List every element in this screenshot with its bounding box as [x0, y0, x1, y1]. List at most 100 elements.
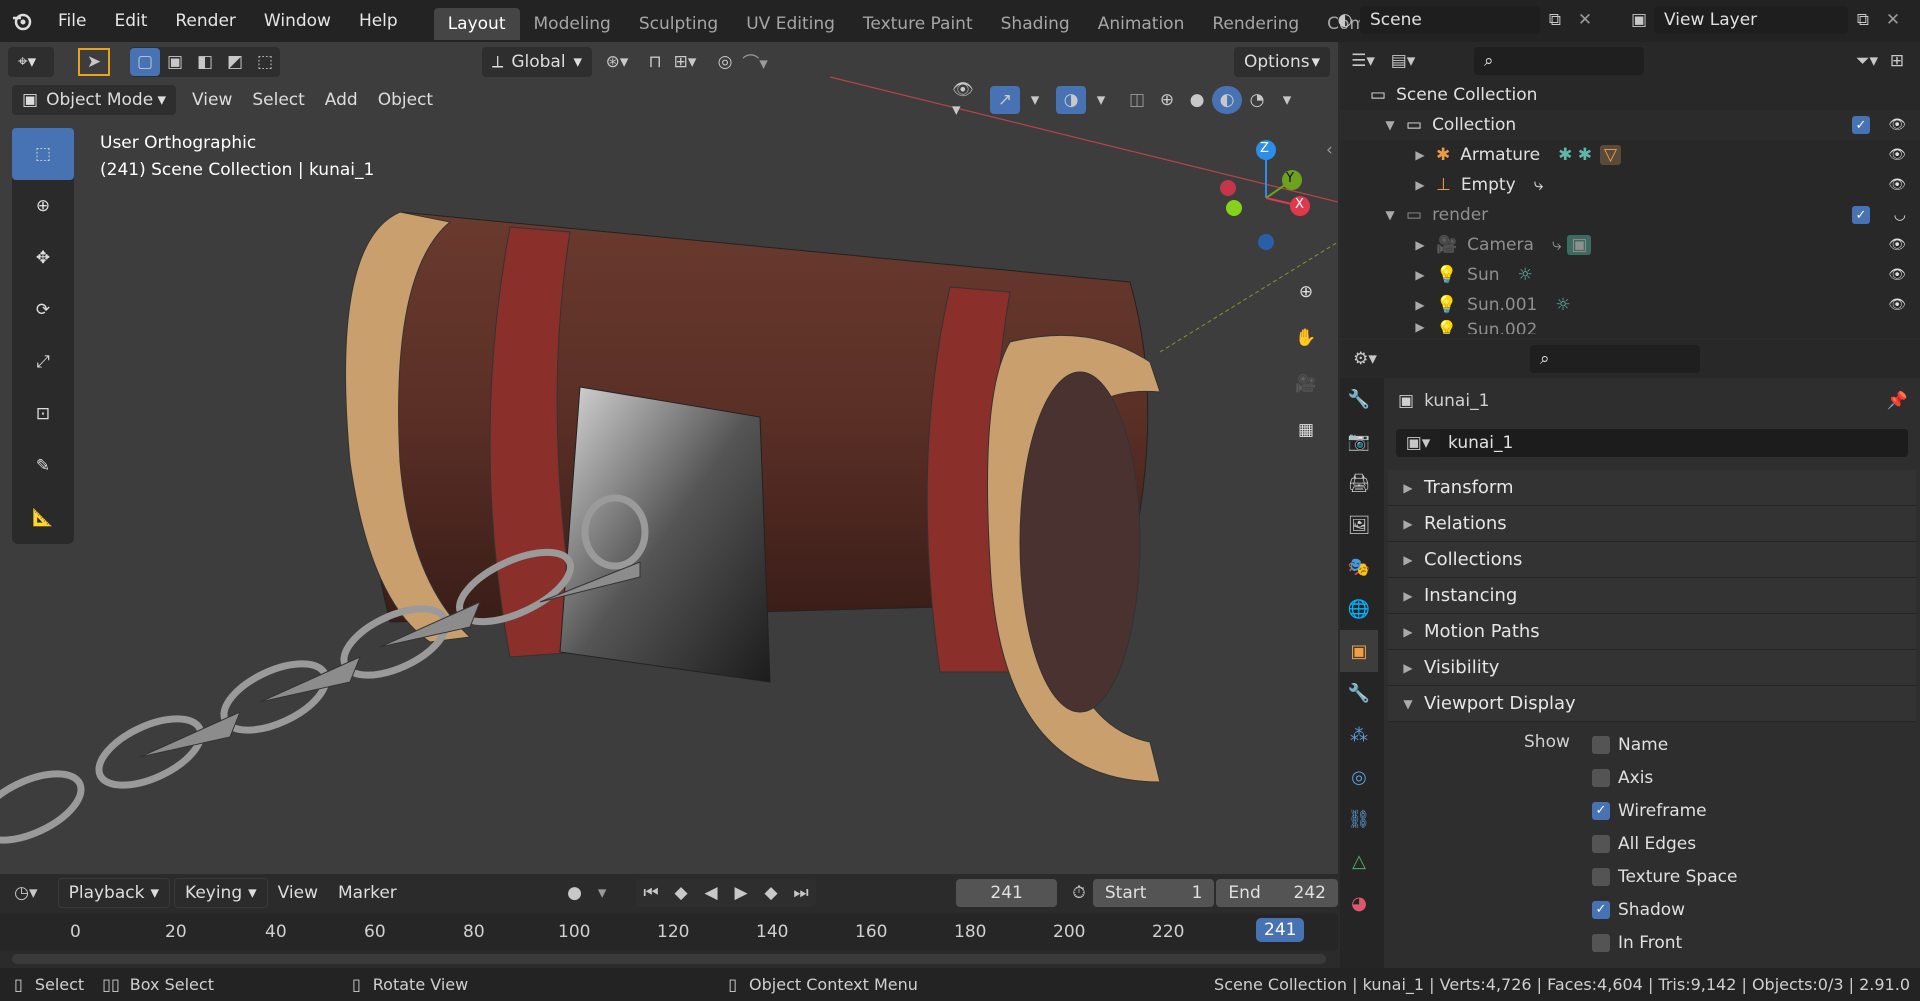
- panel-collections[interactable]: ▶ Collections: [1388, 542, 1916, 578]
- view-layer-icon[interactable]: ▣: [1624, 6, 1654, 34]
- outliner-row-scene-collection[interactable]: ▭ Scene Collection: [1340, 80, 1920, 110]
- outliner-row-collection[interactable]: ▼ ▭ Collection ✓ 👁: [1340, 110, 1920, 140]
- checkbox-box[interactable]: [1592, 768, 1610, 787]
- play-icon[interactable]: ▶: [726, 879, 756, 907]
- outliner-search-input[interactable]: ⌕: [1474, 47, 1644, 75]
- scale-tool-icon[interactable]: ⤢: [12, 336, 74, 388]
- eye-icon[interactable]: 👁: [1888, 237, 1906, 253]
- end-frame-field[interactable]: End 242: [1216, 879, 1338, 907]
- menu-render[interactable]: Render: [161, 0, 250, 42]
- current-frame-field[interactable]: 241: [956, 879, 1058, 907]
- keying-menu[interactable]: Keying ▾: [174, 878, 268, 908]
- menu-edit[interactable]: Edit: [100, 0, 161, 42]
- snap-target-icon[interactable]: ⊞▾: [670, 48, 700, 76]
- checkbox-in-front[interactable]: In Front: [1592, 926, 1737, 959]
- navigation-gizmo[interactable]: Z Y X: [1200, 132, 1320, 252]
- zoom-icon[interactable]: ⊕: [1286, 272, 1326, 312]
- checkbox-box[interactable]: [1592, 867, 1610, 886]
- select-box-tool-icon[interactable]: ⬚: [12, 128, 74, 180]
- checkbox-wireframe[interactable]: ✓ Wireframe: [1592, 794, 1737, 827]
- view-layer-tab-icon[interactable]: 🖼: [1340, 504, 1378, 546]
- expand-down-icon[interactable]: ▼: [1382, 208, 1398, 222]
- panel-motion-paths[interactable]: ▶ Motion Paths: [1388, 614, 1916, 650]
- 3d-viewport[interactable]: ⌖▾ ➤ ▢ ▣ ◧ ◩ ⬚ ⟂ Global ▾ ⊛▾ ⊓ ⊞▾ ◎ ⌒▾ O…: [0, 42, 1338, 874]
- scene-name-field[interactable]: Scene: [1360, 6, 1540, 34]
- display-mode-icon[interactable]: ▤▾: [1388, 47, 1418, 75]
- select-invert-icon[interactable]: ◩: [220, 48, 250, 76]
- menu-file[interactable]: File: [44, 0, 100, 42]
- viewport-menu-view[interactable]: View: [182, 85, 242, 115]
- blender-logo-icon[interactable]: [0, 7, 44, 35]
- delete-scene-icon[interactable]: ✕: [1570, 6, 1600, 34]
- mode-dropdown[interactable]: ▣ Object Mode ▾: [12, 85, 176, 115]
- rendered-shading-icon[interactable]: ◔: [1242, 86, 1272, 114]
- shading-dropdown-icon[interactable]: ▾: [1272, 86, 1302, 114]
- properties-search-input[interactable]: ⌕: [1530, 345, 1700, 373]
- material-tab-icon[interactable]: ◕: [1340, 882, 1378, 924]
- checkbox-box[interactable]: [1592, 735, 1610, 754]
- expand-right-icon[interactable]: ▶: [1412, 320, 1428, 334]
- particles-tab-icon[interactable]: ⁂: [1340, 714, 1378, 756]
- ortho-grid-icon[interactable]: ▦: [1286, 410, 1326, 450]
- select-intersect-icon[interactable]: ⬚: [250, 48, 280, 76]
- transform-tool-icon[interactable]: ⊡: [12, 388, 74, 440]
- outliner-row-sun-001[interactable]: ▶ 💡 Sun.001 ☼ 👁: [1340, 290, 1920, 320]
- new-view-layer-icon[interactable]: ⧉: [1848, 6, 1878, 34]
- pin-icon[interactable]: 📌: [1887, 391, 1908, 411]
- eye-icon[interactable]: 👁: [1888, 177, 1906, 193]
- physics-tab-icon[interactable]: ◎: [1340, 756, 1378, 798]
- world-tab-icon[interactable]: 🌐: [1340, 588, 1378, 630]
- tab-rendering[interactable]: Rendering: [1198, 8, 1313, 40]
- outliner-row-empty[interactable]: ▶ ⊥ Empty ⤷ 👁: [1340, 170, 1920, 200]
- panel-viewport-display[interactable]: ▼ Viewport Display: [1388, 686, 1916, 722]
- overlays-dropdown-icon[interactable]: ▾: [1086, 86, 1116, 114]
- proportional-editing-icon[interactable]: ◎: [710, 48, 740, 76]
- checkbox-shadow[interactable]: ✓ Shadow: [1592, 893, 1737, 926]
- select-subtract-icon[interactable]: ◧: [190, 48, 220, 76]
- output-tab-icon[interactable]: 🖨: [1340, 462, 1378, 504]
- modifier-tab-icon[interactable]: 🔧: [1340, 672, 1378, 714]
- checkbox-box[interactable]: ✓: [1592, 801, 1610, 820]
- record-dropdown-icon[interactable]: ▾: [588, 879, 616, 907]
- scene-tab-icon[interactable]: 🎭: [1340, 546, 1378, 588]
- playback-menu[interactable]: Playback ▾: [57, 878, 171, 908]
- filter-icon[interactable]: ⏷▾: [1852, 47, 1882, 75]
- expand-right-icon[interactable]: ▶: [1412, 148, 1428, 162]
- gizmo-dropdown-icon[interactable]: ▾: [1020, 86, 1050, 114]
- outliner-row-render[interactable]: ▼ ▭ render ✓ ◡: [1340, 200, 1920, 230]
- delete-view-layer-icon[interactable]: ✕: [1878, 6, 1908, 34]
- tab-sculpting[interactable]: Sculpting: [625, 8, 732, 40]
- eye-icon[interactable]: 👁: [1888, 147, 1906, 163]
- object-name-field[interactable]: kunai_1: [1440, 429, 1908, 457]
- checkbox-box[interactable]: [1592, 834, 1610, 853]
- outliner-row-armature[interactable]: ▶ ✱ Armature ✱ ✱ ▽ 👁: [1340, 140, 1920, 170]
- outliner-row-camera[interactable]: ▶ 🎥 Camera ⤷ ▣ 👁: [1340, 230, 1920, 260]
- tab-layout[interactable]: Layout: [433, 7, 520, 40]
- pivot-point-icon[interactable]: ⊛▾: [602, 48, 632, 76]
- properties-editor-icon[interactable]: ⚙▾: [1350, 345, 1380, 373]
- tab-shading[interactable]: Shading: [987, 8, 1084, 40]
- viewport-menu-select[interactable]: Select: [242, 85, 314, 115]
- solid-shading-icon[interactable]: ●: [1182, 86, 1212, 114]
- measure-tool-icon[interactable]: 📐: [12, 492, 74, 544]
- gizmo-toggle-icon[interactable]: ↗: [990, 86, 1020, 114]
- stopwatch-icon[interactable]: ⏱: [1065, 879, 1093, 907]
- new-collection-icon[interactable]: ⊞: [1882, 47, 1912, 75]
- cursor-tool-icon[interactable]: ⊕: [12, 180, 74, 232]
- select-cursor-icon[interactable]: ➤: [78, 47, 110, 76]
- tab-uv-editing[interactable]: UV Editing: [732, 8, 849, 40]
- exclude-checkbox[interactable]: ✓: [1852, 116, 1870, 134]
- record-icon[interactable]: ●: [561, 879, 589, 907]
- object-tab-icon[interactable]: ▣: [1340, 630, 1378, 672]
- playhead-frame-badge[interactable]: 241: [1256, 918, 1305, 942]
- exclude-checkbox[interactable]: ✓: [1852, 206, 1870, 224]
- checkbox-name[interactable]: Name: [1592, 728, 1737, 761]
- menu-help[interactable]: Help: [345, 0, 412, 42]
- editor-type-button[interactable]: ⌖▾: [8, 46, 54, 77]
- viewport-menu-add[interactable]: Add: [315, 85, 368, 115]
- constraints-tab-icon[interactable]: ⛓: [1340, 798, 1378, 840]
- visibility-icon[interactable]: 👁▾: [952, 80, 982, 120]
- transform-orientation-dropdown[interactable]: ⟂ Global ▾: [482, 46, 592, 77]
- menu-window[interactable]: Window: [250, 0, 345, 42]
- material-shading-icon[interactable]: ◐: [1212, 86, 1242, 114]
